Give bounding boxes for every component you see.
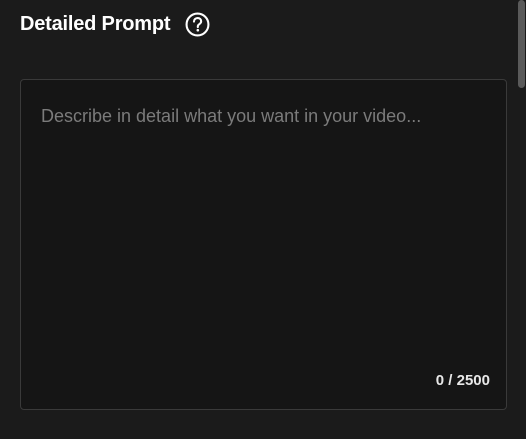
section-title: Detailed Prompt: [20, 12, 171, 35]
scrollbar-thumb[interactable]: [518, 0, 525, 88]
character-counter: 0 / 2500: [435, 372, 490, 389]
prompt-field-container: 0 / 2500: [20, 79, 507, 410]
question-circle-icon[interactable]: [185, 12, 210, 37]
detailed-prompt-panel: Detailed Prompt 0 / 2500: [0, 0, 526, 439]
prompt-textarea[interactable]: [21, 80, 506, 409]
prompt-header: Detailed Prompt: [20, 9, 210, 39]
scrollbar-track[interactable]: [517, 0, 526, 439]
